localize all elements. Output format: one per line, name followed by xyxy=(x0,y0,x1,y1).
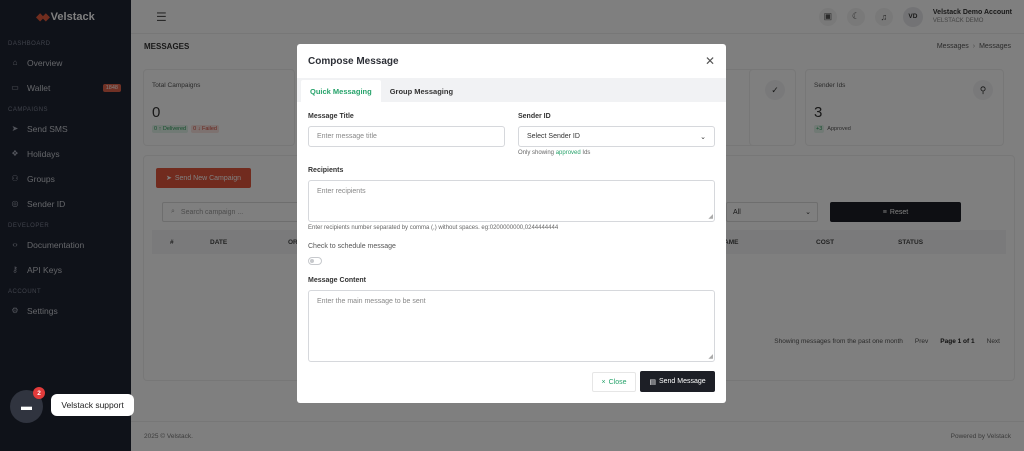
sender-id-select[interactable]: Select Sender ID ⌄ xyxy=(518,126,715,147)
tab-quick-messaging[interactable]: Quick Messaging xyxy=(301,80,381,102)
chevron-down-icon: ⌄ xyxy=(700,133,706,141)
hint-approved: approved xyxy=(555,150,581,156)
sender-id-label: Sender ID xyxy=(518,113,551,120)
input-placeholder: Enter message title xyxy=(317,133,377,140)
message-icon: ▤ xyxy=(649,378,656,386)
message-content-textarea[interactable]: Enter the main message to be sent ◢ xyxy=(308,290,715,362)
message-title-label: Message Title xyxy=(308,113,354,120)
toggle-knob xyxy=(310,259,314,263)
compose-message-modal: Compose Message ✕ Quick Messaging Group … xyxy=(297,44,726,403)
send-message-button[interactable]: ▤ Send Message xyxy=(640,371,715,392)
button-label: Close xyxy=(608,378,627,386)
button-label: Send Message xyxy=(658,378,706,385)
schedule-toggle[interactable] xyxy=(308,257,322,265)
support-label[interactable]: Velstack support xyxy=(51,394,134,416)
close-button[interactable]: × Close xyxy=(592,372,636,392)
recipients-textarea[interactable]: Enter recipients ◢ xyxy=(308,180,715,222)
close-icon[interactable]: ✕ xyxy=(705,54,715,68)
textarea-placeholder: Enter recipients xyxy=(317,188,366,195)
support-badge: 2 xyxy=(33,387,45,399)
modal-tabs: Quick Messaging Group Messaging xyxy=(297,78,726,102)
schedule-label: Check to schedule message xyxy=(308,243,396,250)
tab-group-messaging[interactable]: Group Messaging xyxy=(381,80,462,102)
hint-text: Only showing xyxy=(518,150,555,156)
message-content-label: Message Content xyxy=(308,277,366,284)
resize-grip-icon[interactable]: ◢ xyxy=(708,213,713,220)
message-title-input[interactable]: Enter message title xyxy=(308,126,505,147)
modal-title: Compose Message xyxy=(308,55,399,67)
recipients-hint: Enter recipients number separated by com… xyxy=(308,225,559,231)
resize-grip-icon[interactable]: ◢ xyxy=(708,353,713,360)
x-icon: × xyxy=(601,378,606,386)
modal-header: Compose Message ✕ xyxy=(297,44,726,78)
sender-id-hint: Only showing approved Ids xyxy=(518,150,590,156)
recipients-label: Recipients xyxy=(308,167,344,174)
textarea-placeholder: Enter the main message to be sent xyxy=(317,298,426,305)
chat-icon: ▬ xyxy=(21,400,32,413)
select-value: Select Sender ID xyxy=(527,133,580,140)
hint-text: Ids xyxy=(582,150,591,156)
